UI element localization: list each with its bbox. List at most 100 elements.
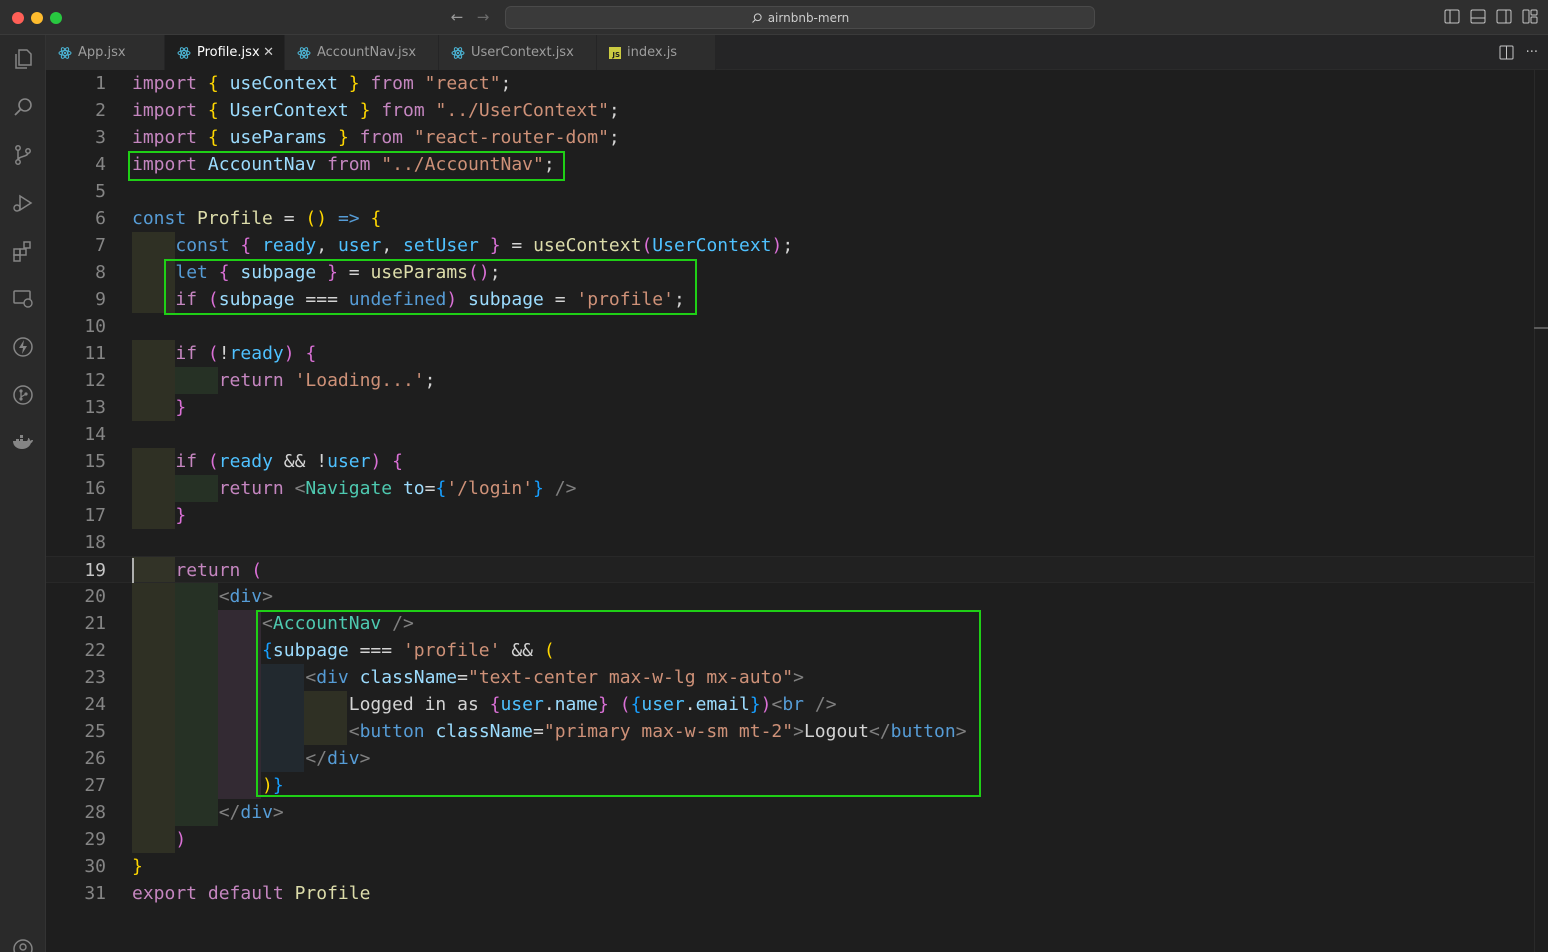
code-line: 23 <div className="text-center max-w-lg … xyxy=(46,664,1534,691)
code-line: 16 return <Navigate to={'/login'} /> xyxy=(46,475,1534,502)
git-graph-icon[interactable] xyxy=(9,381,37,409)
toggle-primary-sidebar-icon[interactable] xyxy=(1444,9,1460,24)
tab-profile-jsx[interactable]: Profile.jsx ✕ xyxy=(165,35,285,70)
line-number: 12 xyxy=(84,370,106,391)
back-arrow-icon[interactable]: ← xyxy=(448,8,466,26)
source-control-icon[interactable] xyxy=(9,141,37,169)
code-line: 20 <div> xyxy=(46,583,1534,610)
code-line: 4 import AccountNav from "../AccountNav"; xyxy=(46,151,1534,178)
code-line: 5 xyxy=(46,178,1534,205)
line-number: 11 xyxy=(84,343,106,364)
code-line: 15 if (ready && !user) { xyxy=(46,448,1534,475)
tab-label: UserContext.jsx xyxy=(471,45,574,60)
thunder-client-icon[interactable] xyxy=(9,333,37,361)
forward-arrow-icon[interactable]: → xyxy=(474,8,492,26)
tab-index-js[interactable]: JS index.js xyxy=(597,35,716,70)
line-number: 6 xyxy=(95,208,106,229)
code-editor[interactable]: 1 import { useContext } from "react"; 2 im… xyxy=(46,70,1548,952)
split-editor-icon[interactable] xyxy=(1499,45,1514,64)
docker-icon[interactable] xyxy=(9,429,37,457)
search-icon xyxy=(751,12,762,23)
line-number: 25 xyxy=(84,721,106,742)
code-line: 2 import { UserContext } from "../UserCon… xyxy=(46,97,1534,124)
tab-label: Profile.jsx xyxy=(197,45,260,60)
title-bar: ← → airnbnb-mern xyxy=(0,0,1548,35)
line-number: 28 xyxy=(84,802,106,823)
line-number: 7 xyxy=(95,235,106,256)
tab-app-jsx[interactable]: App.jsx xyxy=(46,35,165,70)
code-line: 17 } xyxy=(46,502,1534,529)
tab-accountnav-jsx[interactable]: AccountNav.jsx xyxy=(285,35,439,70)
code-line: 8 let { subpage } = useParams(); xyxy=(46,259,1534,286)
text-cursor xyxy=(132,558,134,583)
code-line: 21 <AccountNav /> xyxy=(46,610,1534,637)
code-line: 28 </div> xyxy=(46,799,1534,826)
code-line-current: 19 return ( xyxy=(46,556,1534,583)
tab-usercontext-jsx[interactable]: UserContext.jsx xyxy=(439,35,597,70)
code-line: 11 if (!ready) { xyxy=(46,340,1534,367)
line-number: 31 xyxy=(84,883,106,904)
line-number: 23 xyxy=(84,667,106,688)
code-line: 30} xyxy=(46,853,1534,880)
workspace-name: airnbnb-mern xyxy=(767,10,850,25)
code-line: 13 } xyxy=(46,394,1534,421)
code-line: 31 export default Profile xyxy=(46,880,1534,907)
code-line: 27 )} xyxy=(46,772,1534,799)
code-line: 12 return 'Loading...'; xyxy=(46,367,1534,394)
code-line: 24 Logged in as {user.name} ({user.email… xyxy=(46,691,1534,718)
line-number: 8 xyxy=(95,262,106,283)
activity-bar xyxy=(0,35,46,952)
line-number: 21 xyxy=(84,613,106,634)
line-number: 4 xyxy=(95,154,106,175)
close-window-button[interactable] xyxy=(12,12,24,24)
run-debug-icon[interactable] xyxy=(9,189,37,217)
line-number: 17 xyxy=(84,505,106,526)
code-line: 6 const Profile = () => { xyxy=(46,205,1534,232)
line-number: 20 xyxy=(84,586,106,607)
line-number: 13 xyxy=(84,397,106,418)
line-number: 22 xyxy=(84,640,106,661)
line-number: 10 xyxy=(84,316,106,337)
line-number: 3 xyxy=(95,127,106,148)
js-icon: JS xyxy=(609,46,621,59)
code-line: 26 </div> xyxy=(46,745,1534,772)
toggle-secondary-sidebar-icon[interactable] xyxy=(1496,9,1512,24)
code-line: 18 xyxy=(46,529,1534,556)
code-line: 10 xyxy=(46,313,1534,340)
react-icon xyxy=(451,46,465,60)
line-number: 2 xyxy=(95,100,106,121)
react-icon xyxy=(297,46,311,60)
line-number: 16 xyxy=(84,478,106,499)
customize-layout-icon[interactable] xyxy=(1522,9,1538,24)
account-icon[interactable] xyxy=(9,935,37,952)
remote-explorer-icon[interactable] xyxy=(9,285,37,313)
scrollbar-thumb[interactable] xyxy=(1534,327,1548,329)
line-number: 15 xyxy=(84,451,106,472)
line-number: 9 xyxy=(95,289,106,310)
minimize-window-button[interactable] xyxy=(31,12,43,24)
command-center-search[interactable]: airnbnb-mern xyxy=(505,6,1095,29)
line-number: 29 xyxy=(84,829,106,850)
close-icon[interactable]: ✕ xyxy=(263,45,274,60)
editor-scrollbar[interactable] xyxy=(1534,70,1548,952)
editor-tab-bar: App.jsx Profile.jsx ✕ AccountNav.jsx Use… xyxy=(46,35,1548,70)
line-number: 18 xyxy=(84,532,106,553)
tab-label: App.jsx xyxy=(78,45,126,60)
line-number: 26 xyxy=(84,748,106,769)
more-actions-icon[interactable]: ··· xyxy=(1526,45,1538,64)
maximize-window-button[interactable] xyxy=(50,12,62,24)
line-number: 14 xyxy=(84,424,106,445)
explorer-icon[interactable] xyxy=(9,45,37,73)
line-number: 1 xyxy=(95,73,106,94)
tab-label: AccountNav.jsx xyxy=(317,45,417,60)
code-line: 25 <button className="primary max-w-sm m… xyxy=(46,718,1534,745)
extensions-icon[interactable] xyxy=(9,237,37,265)
react-icon xyxy=(177,46,191,60)
code-line: 7 const { ready, user, setUser } = useCo… xyxy=(46,232,1534,259)
line-number: 5 xyxy=(95,181,106,202)
tab-label: index.js xyxy=(627,45,678,60)
line-number: 27 xyxy=(84,775,106,796)
code-line: 9 if (subpage === undefined) subpage = '… xyxy=(46,286,1534,313)
search-icon[interactable] xyxy=(9,93,37,121)
toggle-panel-icon[interactable] xyxy=(1470,9,1486,24)
